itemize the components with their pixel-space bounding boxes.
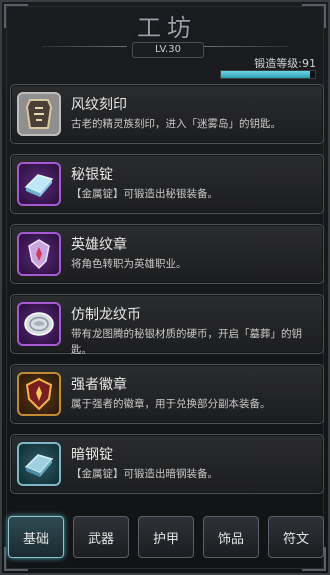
category-tabs: 基础 武器 护甲 饰品 符文 [8,516,326,562]
tab-armor[interactable]: 护甲 [138,516,194,558]
tab-rune[interactable]: 符文 [268,516,324,558]
title-ornament-right [203,46,288,47]
mithril-ingot-icon [17,162,61,206]
item-name: 仿制龙纹币 [71,307,141,323]
frame-corner-top-left [4,4,28,28]
workshop-level: LV.30 [132,42,204,58]
item-desc: 将角色转职为英雄职业。 [71,258,187,270]
forge-progress-bar [220,70,316,79]
rune-seal-icon [17,92,61,136]
list-item[interactable]: 仿制龙纹币 带有龙图腾的秘银材质的硬币，开启「墓葬」的钥匙。 [10,294,324,356]
list-item[interactable]: 英雄纹章 将角色转职为英雄职业。 [10,224,324,284]
list-item[interactable]: 强者徽章 属于强者的徽章，用于兑换部分副本装备。 [10,364,324,424]
item-desc: 【金属锭】可锻造出秘银装备。 [71,188,218,200]
item-name: 强者徽章 [71,377,127,393]
hero-crest-icon [17,232,61,276]
item-desc: 属于强者的徽章，用于兑换部分副本装备。 [71,398,271,410]
item-name: 暗钢锭 [71,447,113,463]
frame-corner-top-right [302,4,326,28]
item-desc: 【金属锭】可锻造出暗钢装备。 [71,468,218,480]
forge-progress-fill [221,71,311,78]
darksteel-ingot-icon [17,442,61,486]
tab-basic[interactable]: 基础 [8,516,64,558]
list-item[interactable]: 暗钢锭 【金属锭】可锻造出暗钢装备。 [10,434,324,494]
champion-badge-icon [17,372,61,416]
item-name: 英雄纹章 [71,237,127,253]
item-name: 秘银锭 [71,167,113,183]
panel-title: 工坊 [137,14,197,42]
forge-level-label: 锻造等级:91 [254,57,316,70]
list-item[interactable]: 风纹刻印 古老的精灵族刻印，进入「迷雾岛」的钥匙。 [10,84,324,144]
dragon-coin-icon [17,302,61,346]
workshop-panel: 工坊 LV.30 锻造等级:91 风纹刻印 古老的精灵族刻印，进入「迷雾岛」的钥… [0,0,330,575]
item-desc: 带有龙图腾的秘银材质的硬币，开启「墓葬」的钥匙。 [71,328,302,356]
list-item[interactable]: 秘银锭 【金属锭】可锻造出秘银装备。 [10,154,324,214]
tab-weapon[interactable]: 武器 [73,516,129,558]
tab-accessory[interactable]: 饰品 [203,516,259,558]
item-desc: 古老的精灵族刻印，进入「迷雾岛」的钥匙。 [71,118,281,130]
title-ornament-left [42,46,127,47]
item-name: 风纹刻印 [71,97,127,113]
